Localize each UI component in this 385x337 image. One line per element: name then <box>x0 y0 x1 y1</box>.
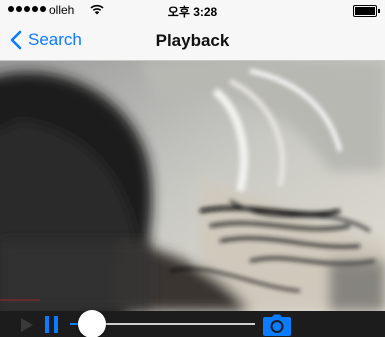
scrubber-thumb[interactable] <box>78 310 107 337</box>
status-bar: olleh 오후 3:28 <box>0 0 385 20</box>
battery-icon <box>353 5 380 17</box>
status-time: 오후 3:28 <box>167 5 218 19</box>
playback-controls <box>0 310 385 337</box>
camera-icon[interactable] <box>263 314 291 337</box>
pause-icon[interactable] <box>45 316 59 333</box>
playback-screen: olleh 오후 3:28 Search Playback <box>0 0 385 337</box>
play-icon[interactable] <box>21 318 33 332</box>
playback-scrubber[interactable] <box>70 310 255 337</box>
page-title: Playback <box>155 31 230 50</box>
navigation-bar: Search Playback <box>0 20 385 61</box>
video-frame[interactable] <box>0 61 385 311</box>
